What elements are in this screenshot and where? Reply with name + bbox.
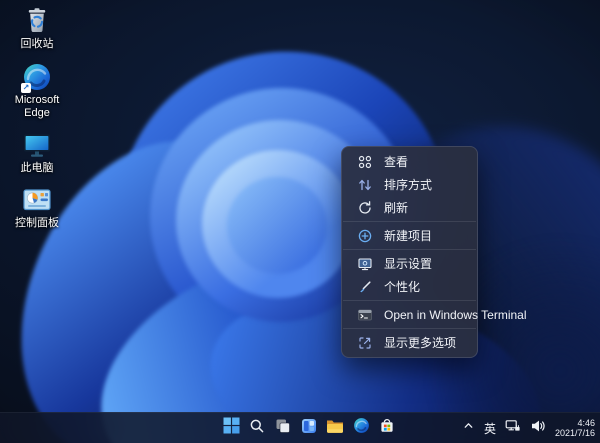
menu-item-label: 显示更多选项 — [384, 334, 456, 351]
menu-item-open-windows-terminal[interactable]: Open in Windows Terminal — [345, 303, 474, 326]
display-settings-icon — [357, 256, 373, 272]
edge-icon — [353, 417, 370, 439]
speaker-icon — [530, 418, 546, 439]
menu-item-display-settings[interactable]: 显示设置 — [345, 252, 474, 275]
sort-arrows-icon — [357, 177, 373, 193]
search-icon — [249, 418, 265, 439]
clock-time: 4:46 — [555, 418, 595, 429]
menu-separator — [343, 300, 476, 301]
folder-icon — [326, 418, 344, 438]
widgets-icon — [301, 418, 317, 439]
menu-item-label: 查看 — [384, 153, 408, 170]
taskbar-system-tray: 英 — [462, 413, 595, 443]
personalize-brush-icon — [357, 279, 373, 295]
ethernet-network-icon — [505, 418, 521, 439]
desktop-icon-control-panel[interactable]: 控制面板 — [5, 183, 69, 230]
search-button[interactable] — [245, 416, 269, 440]
menu-item-refresh[interactable]: 刷新 — [345, 196, 474, 219]
desktop-icon-label: 控制面板 — [15, 217, 59, 230]
menu-item-label: 排序方式 — [384, 176, 432, 193]
edge-taskbar-button[interactable] — [349, 416, 373, 440]
task-view-icon — [275, 418, 291, 439]
clock-date: 2021/7/16 — [555, 428, 595, 439]
menu-item-label: 新建项目 — [384, 227, 432, 244]
desktop-icon-label: 此电脑 — [21, 162, 54, 175]
menu-item-personalize[interactable]: 个性化 — [345, 275, 474, 298]
menu-separator — [343, 249, 476, 250]
tray-overflow-chevron[interactable] — [462, 419, 475, 437]
edge-icon: ↗ — [22, 60, 52, 92]
menu-separator — [343, 328, 476, 329]
taskbar: 英 — [0, 412, 600, 443]
desktop-icon-label: Microsoft Edge — [6, 94, 68, 120]
control-panel-icon — [22, 183, 52, 215]
store-bag-icon — [379, 418, 395, 439]
refresh-icon — [357, 200, 373, 216]
windows-logo-icon — [223, 417, 240, 439]
microsoft-store-button[interactable] — [375, 416, 399, 440]
view-grid-icon — [357, 154, 373, 170]
desktop: 回收站 ↗ Microsoft Edge — [0, 0, 600, 443]
chevron-up-icon — [462, 419, 475, 437]
menu-item-label: 刷新 — [384, 199, 408, 216]
file-explorer-button[interactable] — [323, 416, 347, 440]
desktop-context-menu: 查看 排序方式 刷新 — [341, 146, 478, 358]
shortcut-arrow-icon: ↗ — [21, 83, 31, 93]
menu-item-label: 显示设置 — [384, 255, 432, 272]
widgets-button[interactable] — [297, 416, 321, 440]
desktop-icon-edge[interactable]: ↗ Microsoft Edge — [5, 60, 69, 120]
menu-item-new[interactable]: 新建项目 — [345, 224, 474, 247]
network-tray-button[interactable] — [505, 418, 521, 439]
desktop-icon-list: 回收站 ↗ Microsoft Edge — [5, 4, 69, 239]
ime-label: 英 — [484, 420, 496, 437]
menu-item-show-more-options[interactable]: 显示更多选项 — [345, 331, 474, 354]
start-button[interactable] — [219, 416, 243, 440]
menu-item-label: 个性化 — [384, 278, 420, 295]
wallpaper-bloom — [0, 0, 600, 443]
taskbar-center-buttons — [219, 413, 399, 443]
desktop-icon-label: 回收站 — [21, 38, 54, 51]
wallpaper-vignette — [0, 0, 600, 443]
menu-item-view[interactable]: 查看 — [345, 150, 474, 173]
menu-item-sort-by[interactable]: 排序方式 — [345, 173, 474, 196]
desktop-icon-recycle-bin[interactable]: 回收站 — [5, 4, 69, 51]
terminal-icon — [357, 307, 373, 323]
ime-language-indicator[interactable]: 英 — [484, 420, 496, 437]
this-pc-icon — [22, 128, 52, 160]
menu-item-label: Open in Windows Terminal — [384, 308, 527, 322]
desktop-icon-this-pc[interactable]: 此电脑 — [5, 128, 69, 175]
taskbar-clock[interactable]: 4:46 2021/7/16 — [555, 418, 595, 439]
task-view-button[interactable] — [271, 416, 295, 440]
volume-tray-button[interactable] — [530, 418, 546, 439]
recycle-bin-icon — [22, 4, 52, 36]
new-item-plus-icon — [357, 228, 373, 244]
menu-separator — [343, 221, 476, 222]
show-more-icon — [357, 335, 373, 351]
